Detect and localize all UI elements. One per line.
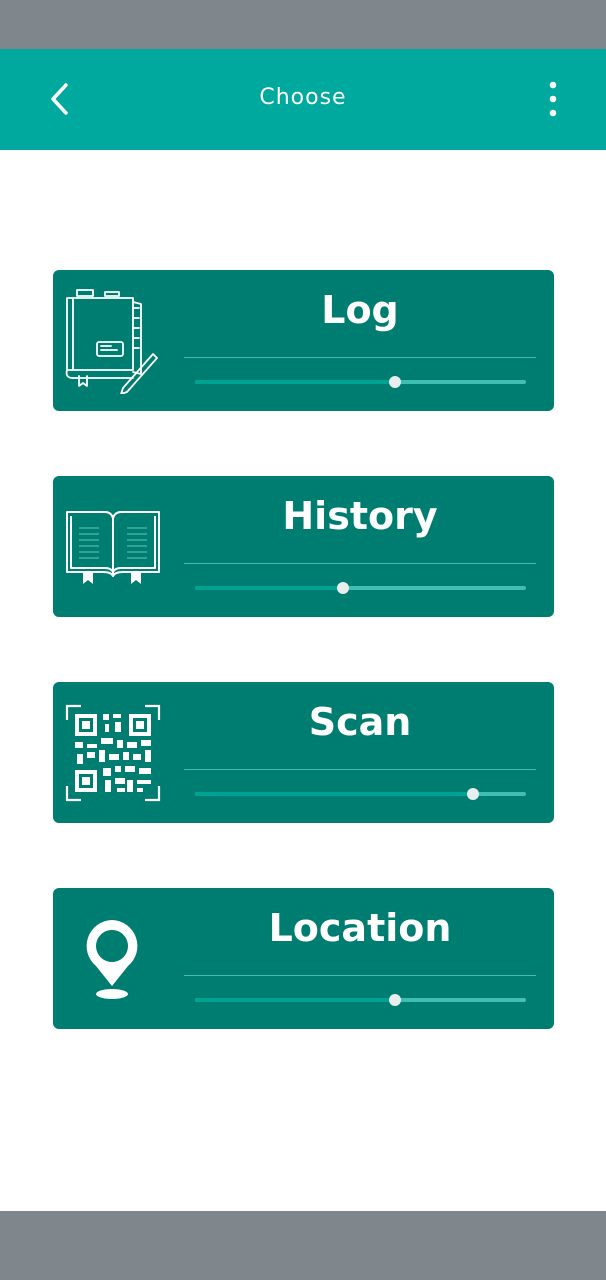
- more-options-button[interactable]: [536, 79, 570, 119]
- status-bar: [0, 0, 606, 49]
- slider-thumb[interactable]: [336, 582, 349, 594]
- log-slider[interactable]: [195, 374, 526, 390]
- history-slider[interactable]: [195, 580, 526, 596]
- location-card[interactable]: Location: [53, 888, 554, 1029]
- slider-fill: [195, 998, 396, 1002]
- card-title: History: [282, 494, 438, 538]
- card-title: Location: [268, 906, 452, 950]
- open-book-icon: [66, 511, 160, 584]
- divider: [184, 563, 536, 564]
- history-card[interactable]: History: [53, 476, 554, 617]
- slider-fill: [195, 380, 396, 384]
- location-slider[interactable]: [195, 992, 526, 1008]
- scan-slider[interactable]: [195, 786, 526, 802]
- page-title: Choose: [259, 85, 347, 110]
- slider-thumb[interactable]: [389, 376, 402, 388]
- slider-fill: [195, 792, 474, 796]
- card-title: Scan: [308, 700, 412, 744]
- more-vertical-icon: [549, 81, 557, 117]
- slider-thumb[interactable]: [467, 788, 480, 800]
- scan-card[interactable]: Scan: [53, 682, 554, 823]
- location-pin-icon: [86, 920, 138, 999]
- system-navigation-bar: [0, 1211, 606, 1280]
- divider: [184, 769, 536, 770]
- notebook-pencil-icon: [65, 289, 158, 394]
- app-bar: Choose: [0, 49, 606, 150]
- divider: [184, 357, 536, 358]
- divider: [184, 975, 536, 976]
- qr-code-icon: [65, 704, 161, 802]
- slider-fill: [195, 586, 343, 590]
- card-title: Log: [321, 288, 399, 332]
- slider-thumb[interactable]: [389, 994, 402, 1006]
- log-card[interactable]: Log: [53, 270, 554, 411]
